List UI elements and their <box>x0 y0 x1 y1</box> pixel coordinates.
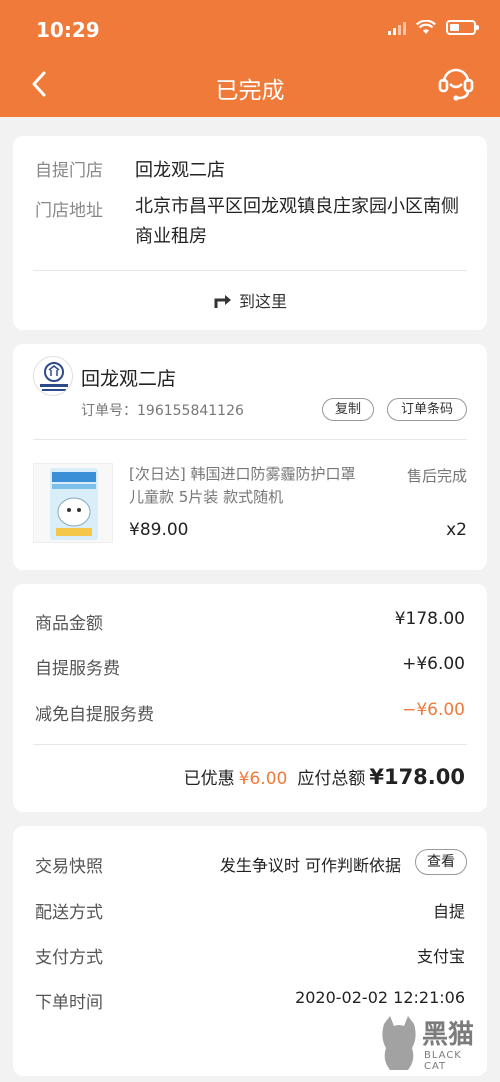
payment-value: 支付宝 <box>416 947 465 966</box>
divider <box>33 270 467 271</box>
cat-logo-icon <box>382 1016 416 1070</box>
product-image[interactable] <box>33 463 113 543</box>
watermark-text: 黑猫 <box>422 1020 475 1050</box>
customer-service-icon[interactable] <box>438 64 474 102</box>
divider <box>33 744 467 745</box>
divider <box>33 439 467 440</box>
status-icons <box>388 20 479 35</box>
order-card: 回龙观二店 订单号：196155841126 复制 订单条码 [次日达] 韩国进… <box>13 344 487 570</box>
header: 10:29 已完成 <box>0 0 500 117</box>
goods-amount-value: ¥178.00 <box>394 609 465 629</box>
order-store-name: 回龙观二店 <box>81 368 177 390</box>
watermark: 黑猫 BLACK CAT <box>378 1012 488 1076</box>
payment-label: 支付方式 <box>35 948 103 968</box>
pickup-card: 自提门店 回龙观二店 门店地址 北京市昌平区回龙观镇良庄家园小区南侧商业租房 到… <box>13 136 487 330</box>
address-row: 门店地址 北京市昌平区回龙观镇良庄家园小区南侧商业租房 <box>35 196 465 247</box>
total-value: ¥178.00 <box>369 765 465 789</box>
snapshot-label: 交易快照 <box>35 857 103 877</box>
saved-value: ¥6.00 <box>238 769 288 789</box>
address-label: 门店地址 <box>35 201 103 221</box>
product-qty: x2 <box>446 520 467 540</box>
saved-label: 已优惠 <box>183 769 235 789</box>
order-time-value: 2020-02-02 12:21:06 <box>295 988 465 1007</box>
navigate-button[interactable]: 到这里 <box>13 288 487 312</box>
total-line: 已优惠 ¥6.00 应付总额 ¥178.00 <box>184 764 465 789</box>
store-value: 回龙观二店 <box>135 160 225 181</box>
pickup-fee-label: 自提服务费 <box>35 659 120 679</box>
view-snapshot-button[interactable]: 查看 <box>415 849 467 875</box>
total-label: 应付总额 <box>297 769 366 789</box>
watermark-sub: BLACK CAT <box>424 1050 462 1072</box>
copy-button[interactable]: 复制 <box>322 398 374 421</box>
product-price: ¥89.00 <box>129 520 189 540</box>
amount-card: 商品金额 ¥178.00 自提服务费 +¥6.00 减免自提服务费 −¥6.00… <box>13 584 487 812</box>
status-bar: 10:29 <box>0 0 500 62</box>
order-number: 订单号：196155841126 <box>81 403 244 419</box>
goods-amount-label: 商品金额 <box>35 614 103 634</box>
snapshot-text: 发生争议时 可作判断依据 <box>219 856 401 875</box>
order-barcode-button[interactable]: 订单条码 <box>387 398 467 421</box>
page-title: 已完成 <box>215 78 285 104</box>
signal-icon <box>388 21 406 35</box>
order-time-label: 下单时间 <box>35 993 103 1013</box>
status-time: 10:29 <box>36 18 100 42</box>
aftersale-status: 售后完成 <box>406 467 467 485</box>
route-arrow-icon <box>214 295 231 308</box>
store-logo <box>33 356 73 396</box>
address-value: 北京市昌平区回龙观镇良庄家园小区南侧商业租房 <box>135 196 459 247</box>
pickup-fee-value: +¥6.00 <box>402 654 465 674</box>
battery-icon <box>446 20 479 35</box>
delivery-label: 配送方式 <box>35 903 103 923</box>
store-row: 自提门店 回龙观二店 <box>35 156 465 181</box>
fee-discount-value: −¥6.00 <box>402 700 465 720</box>
fee-discount-label: 减免自提服务费 <box>35 705 154 725</box>
delivery-value: 自提 <box>432 902 465 921</box>
product-name[interactable]: [次日达] 韩国进口防雾霾防护口罩儿童款 5片装 款式随机 <box>129 463 369 509</box>
navbar: 已完成 <box>0 62 500 117</box>
navigate-label: 到这里 <box>238 292 287 311</box>
store-label: 自提门店 <box>35 161 103 181</box>
wifi-icon <box>416 20 436 34</box>
